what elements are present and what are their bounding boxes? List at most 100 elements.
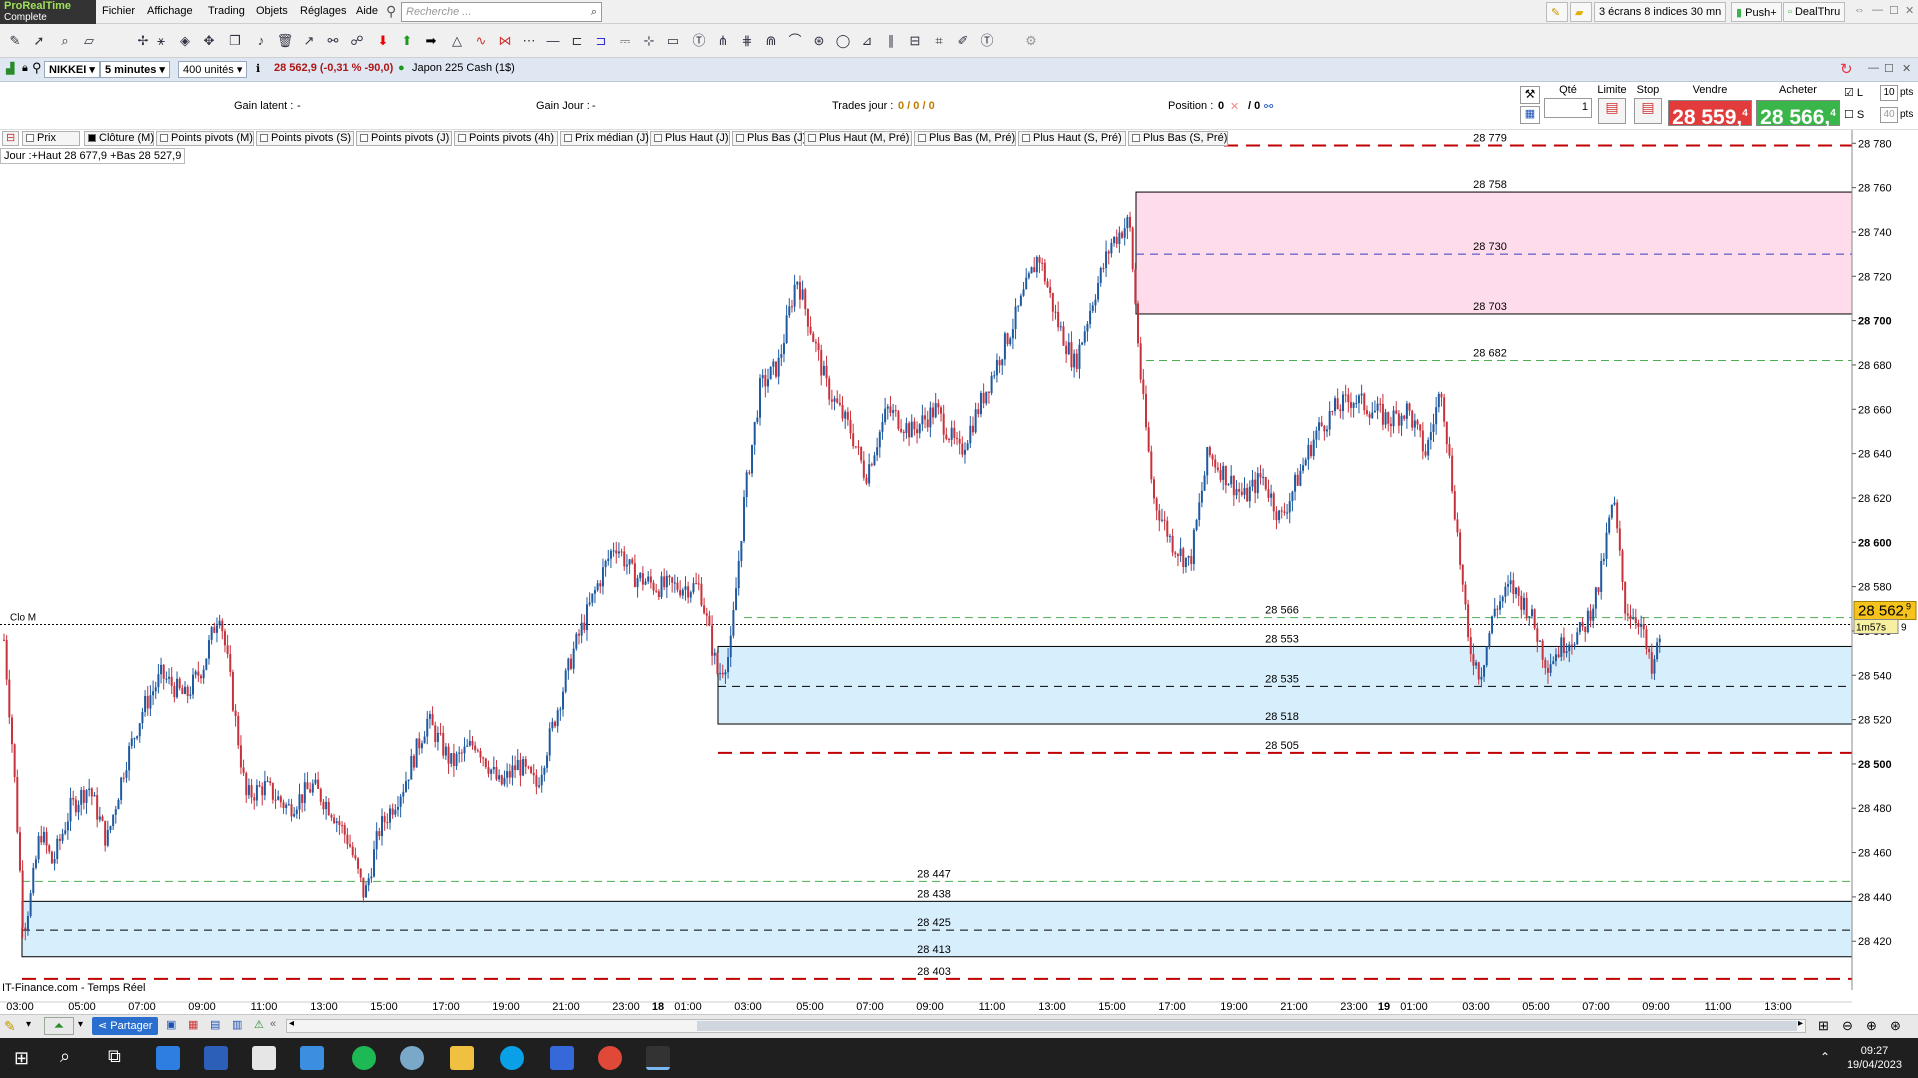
indicator-toggle[interactable]: Points pivots (4h) xyxy=(454,131,558,146)
taskbar-search-icon[interactable]: ⌕ xyxy=(60,1046,70,1067)
indicator-checkbox[interactable] xyxy=(160,134,168,142)
share-button[interactable]: ⋖ Partager xyxy=(92,1017,159,1035)
menu-reglages[interactable]: Réglages xyxy=(300,5,346,17)
position-detail-icon[interactable]: ⚯ xyxy=(1264,100,1273,113)
scroll-left-icon[interactable]: ◂ xyxy=(289,1018,294,1029)
indicator-checkbox[interactable] xyxy=(918,134,926,142)
refresh-icon[interactable]: ↻ xyxy=(1840,60,1853,78)
hline-tool-icon[interactable]: — xyxy=(544,32,562,50)
ellipse-tool-icon[interactable]: ◯ xyxy=(834,32,852,50)
label-tool-icon[interactable]: Ⓣ xyxy=(978,32,996,50)
indicator-checkbox[interactable] xyxy=(1132,134,1140,142)
calendar-icon[interactable]: ▤ xyxy=(210,1018,220,1031)
dealthru-button[interactable]: ▫ DealThru xyxy=(1783,2,1846,22)
wave-tool-icon[interactable]: ∿ xyxy=(472,32,490,50)
chrome-icon[interactable] xyxy=(598,1046,622,1070)
indicator-toggle[interactable]: Points pivots (S) xyxy=(256,131,354,146)
indicator-toggle[interactable]: Prix xyxy=(22,131,80,146)
indicator-toggle[interactable]: Plus Bas (M, Pré) xyxy=(914,131,1016,146)
alert-icon[interactable]: ⚠ xyxy=(254,1018,264,1031)
time-scrollbar[interactable]: ◂ ▸ xyxy=(286,1018,1806,1033)
pitchfork-tool-icon[interactable]: ⋕ xyxy=(738,32,756,50)
paint-icon[interactable] xyxy=(400,1046,424,1070)
segment-tool-icon[interactable]: ⚯ xyxy=(324,32,342,50)
indicator-toggle[interactable]: Points pivots (J) xyxy=(356,131,452,146)
draw-menu-icon[interactable]: ▾ xyxy=(26,1019,31,1030)
zoom-fit-icon[interactable]: ⊞ xyxy=(1818,1018,1829,1034)
pin-icon[interactable]: ⚲ xyxy=(386,3,396,20)
menu-fichier[interactable]: Fichier xyxy=(102,5,135,17)
indicator-checkbox[interactable] xyxy=(808,134,816,142)
indicator-checkbox[interactable] xyxy=(654,134,662,142)
search-input[interactable]: Recherche ... ⌕ xyxy=(401,2,602,22)
move-icon[interactable]: ✥ xyxy=(200,32,218,50)
position-close-icon[interactable]: ✕ xyxy=(1230,100,1239,113)
chart-type-icon[interactable]: ▟ xyxy=(6,62,14,75)
layout-icon[interactable]: ▥ xyxy=(232,1018,242,1031)
chat-icon[interactable]: ▰ xyxy=(1570,2,1592,22)
pen-tool-icon[interactable]: ✐ xyxy=(954,32,972,50)
arc-tool-icon[interactable]: ⌒ xyxy=(786,32,804,50)
trash-icon[interactable]: 🗑 xyxy=(276,32,294,50)
short-pts-input[interactable]: 40 xyxy=(1880,107,1898,123)
crosshair-icon[interactable]: ✢ xyxy=(134,32,152,50)
info-icon[interactable]: ℹ xyxy=(256,62,260,75)
store-bag-icon[interactable] xyxy=(300,1046,324,1070)
level-tool-icon[interactable]: ⎓ xyxy=(616,32,634,50)
rect-tool-icon[interactable]: ▭ xyxy=(664,32,682,50)
draw-icon[interactable]: ✎ xyxy=(4,1018,16,1035)
qty-input[interactable]: 1 xyxy=(1544,98,1592,118)
collapse-icon[interactable]: « xyxy=(270,1018,276,1030)
ruler-icon[interactable]: ▱ xyxy=(80,32,98,50)
panel-minimize-icon[interactable]: — xyxy=(1868,62,1879,74)
chart-style-icon[interactable]: ⏶ xyxy=(44,1017,74,1035)
prorealtime-app-icon[interactable] xyxy=(646,1046,670,1070)
triangle-tool-icon[interactable]: △ xyxy=(448,32,466,50)
pencil-icon[interactable]: ✎ xyxy=(6,32,24,50)
files-app-icon[interactable] xyxy=(252,1046,276,1070)
zoom-icon[interactable]: ⌕ xyxy=(56,32,74,50)
parallel-tool-icon[interactable]: ∥ xyxy=(882,32,900,50)
indicator-checkbox[interactable] xyxy=(564,134,572,142)
explorer-icon[interactable] xyxy=(450,1046,474,1070)
measure-tool-icon[interactable]: ⊿ xyxy=(858,32,876,50)
indicator-toggle[interactable]: Points pivots (M) xyxy=(156,131,254,146)
window-maximize-icon[interactable]: ☐ xyxy=(1889,4,1899,17)
text-tool-icon[interactable]: Ⓣ xyxy=(690,32,708,50)
lock-icon[interactable]: 🔒︎ xyxy=(22,62,28,75)
indicator-toggle[interactable]: Plus Haut (S, Pré) xyxy=(1018,131,1126,146)
scroll-right-icon[interactable]: ▸ xyxy=(1798,1018,1803,1029)
spiral-tool-icon[interactable]: ⊛ xyxy=(810,32,828,50)
zoom-reset-icon[interactable]: ⊛ xyxy=(1890,1018,1901,1034)
pen-icon[interactable]: ✎ xyxy=(1546,2,1568,22)
indicator-checkbox[interactable] xyxy=(360,134,368,142)
trend-tool-icon[interactable]: ⊐ xyxy=(592,32,610,50)
system-clock[interactable]: 09:27 19/04/2023 xyxy=(1847,1044,1902,1072)
windows-start-icon[interactable]: ⊞ xyxy=(14,1048,29,1069)
menu-affichage[interactable]: Affichage xyxy=(147,5,193,17)
indicator-checkbox[interactable] xyxy=(88,134,96,142)
copy-icon[interactable]: ❐ xyxy=(226,32,244,50)
zigzag-tool-icon[interactable]: ⋯ xyxy=(520,32,538,50)
panel-maximize-icon[interactable]: ☐ xyxy=(1884,62,1894,75)
bell-icon[interactable]: ♪ xyxy=(252,32,270,50)
timeframe-selector[interactable]: 5 minutes ▾ xyxy=(100,61,170,78)
indicator-toggle[interactable]: Plus Bas (J) xyxy=(732,131,806,146)
link-icon[interactable]: ⚲ xyxy=(32,60,42,76)
window-restore-icon[interactable]: ⇔ xyxy=(1854,4,1865,16)
indicator-checkbox[interactable] xyxy=(736,134,744,142)
indicator-toggle[interactable]: Prix médian (J) xyxy=(560,131,649,146)
word-app-icon[interactable] xyxy=(204,1046,228,1070)
window-minimize-icon[interactable]: — xyxy=(1872,4,1883,16)
screenshot-icon[interactable]: ▣ xyxy=(166,1018,176,1031)
wand-icon[interactable]: ⚹ xyxy=(152,32,170,50)
price-chart[interactable]: 28 758 28 730 28 703 28 553 28 535 28 518 28 4… xyxy=(0,130,1918,1014)
window-close-icon[interactable]: ✕ xyxy=(1905,4,1914,17)
skype-icon[interactable] xyxy=(500,1046,524,1070)
long-checkbox[interactable]: ☑ L xyxy=(1844,86,1863,99)
channel-tool-icon[interactable]: ⊏ xyxy=(568,32,586,50)
tray-chevron-icon[interactable]: ⌃ xyxy=(1820,1050,1830,1064)
gann-tool-icon[interactable]: ⊹ xyxy=(640,32,658,50)
symbol-selector[interactable]: NIKKEI ▾ xyxy=(44,61,100,78)
eraser-icon[interactable]: ◈ xyxy=(176,32,194,50)
